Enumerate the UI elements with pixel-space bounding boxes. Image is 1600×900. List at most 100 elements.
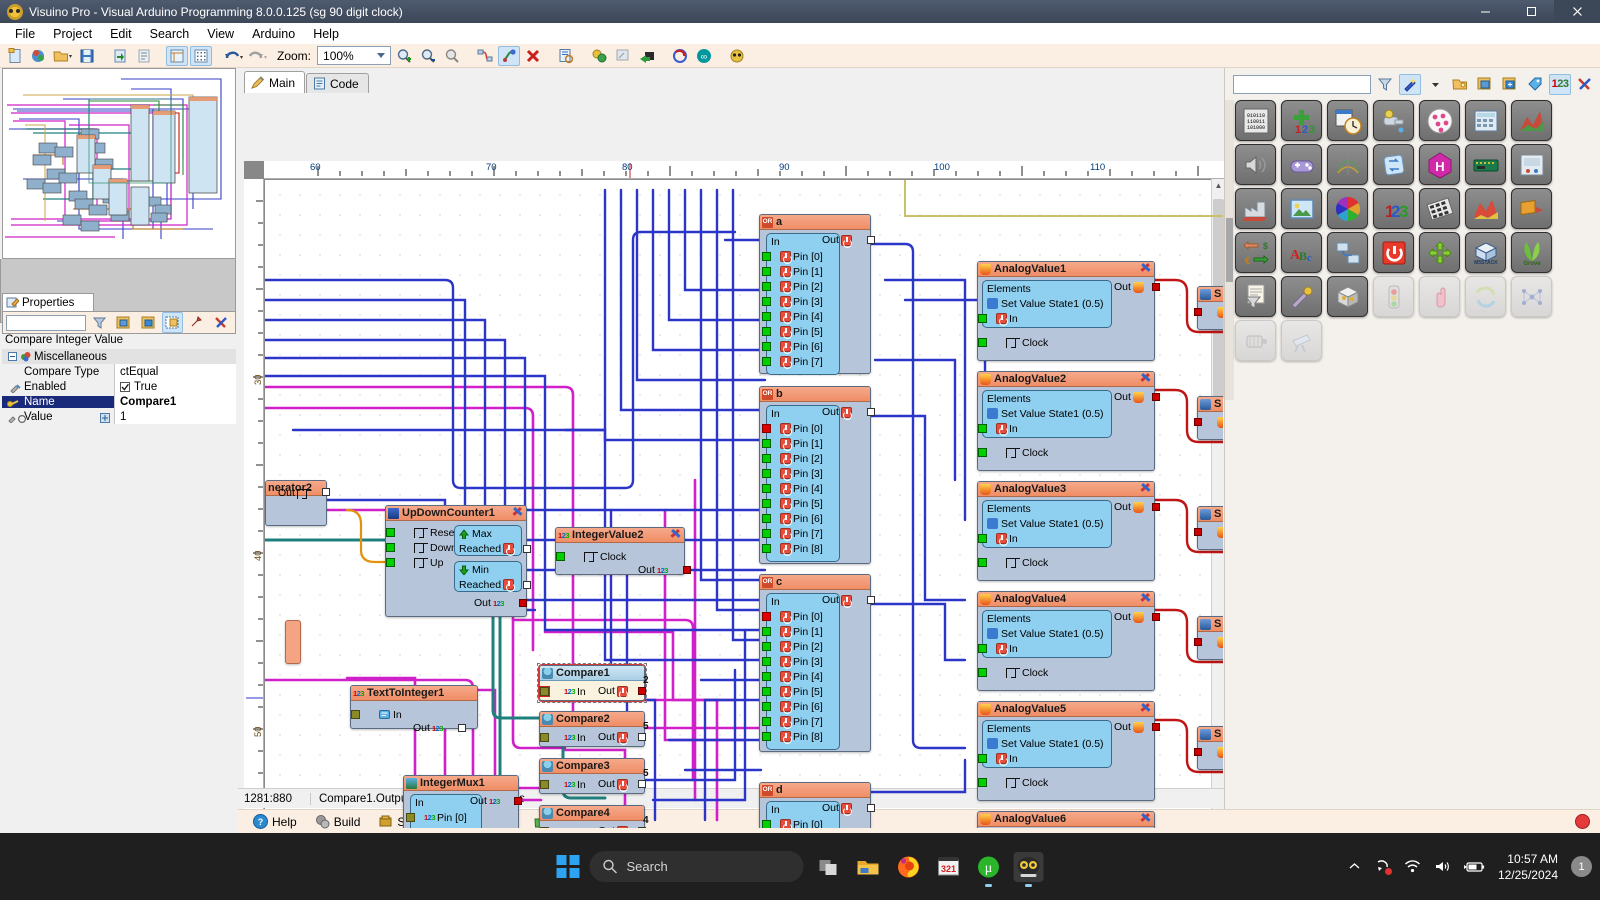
up-pin-socket[interactable] <box>386 558 395 567</box>
side-block-5-in-row[interactable]: In <box>1194 745 1223 760</box>
block-c-pin-2[interactable]: Pin [2] <box>762 639 839 654</box>
block-c-pin-0[interactable]: Pin [0] <box>762 609 839 624</box>
output-pin-socket[interactable] <box>867 596 875 604</box>
block-integermux1[interactable]: IntegerMux1 In 123 Pin [0] 123 <box>403 775 522 828</box>
side-block-4-in-row[interactable]: In <box>1194 635 1223 650</box>
block-c-pin-1[interactable]: Pin [1] <box>762 624 839 639</box>
export-icon[interactable] <box>133 46 155 66</box>
menu-edit[interactable]: Edit <box>101 25 141 43</box>
display-icon[interactable] <box>1511 144 1552 185</box>
block-a-pin-0[interactable]: Pin [0] <box>762 249 839 264</box>
task-view-icon[interactable] <box>814 852 844 882</box>
block-compare4[interactable]: Compare4 123 In Out <box>539 805 646 828</box>
add-number-icon[interactable]: 123 <box>1281 100 1322 141</box>
reset-pin-socket[interactable] <box>386 528 395 537</box>
compare3-output[interactable]: Out <box>598 778 646 792</box>
properties-tab[interactable]: Properties <box>2 293 94 311</box>
date-time-icon[interactable] <box>1327 100 1368 141</box>
block-d-output[interactable]: Out <box>822 802 875 816</box>
input-pin-socket[interactable] <box>540 733 549 742</box>
block-a-output[interactable]: Out <box>822 234 875 248</box>
file-explorer-icon[interactable] <box>854 852 884 882</box>
block-analogvalue4[interactable]: AnalogValue4 Elements Set Value State1 (… <box>977 591 1160 691</box>
updowncounter1-max-reached-row[interactable]: Reached <box>455 541 521 556</box>
input-pin-socket[interactable] <box>762 454 771 463</box>
connect-pins-icon[interactable] <box>498 45 521 66</box>
refresh-icon[interactable] <box>669 46 691 66</box>
block-integervalue2[interactable]: 123 IntegerValue2 Clock Out 123 <box>555 527 691 576</box>
min-reached-output-socket[interactable] <box>523 581 531 589</box>
block-c-pin-3[interactable]: Pin [3] <box>762 654 839 669</box>
block-b-pin-0[interactable]: Pin [0] <box>762 421 839 436</box>
menu-help[interactable]: Help <box>304 25 348 43</box>
palette-scrollbar[interactable] <box>1225 100 1234 400</box>
signal-chart-icon[interactable] <box>1465 188 1506 229</box>
clock-pin-socket[interactable] <box>978 668 987 677</box>
redo-icon[interactable] <box>247 46 269 66</box>
updowncounter1-min-reached-row[interactable]: Reached <box>455 577 521 592</box>
input-pin-socket[interactable] <box>762 627 771 636</box>
property-category-row[interactable]: Miscellaneous <box>2 349 236 364</box>
zoom-reset-icon[interactable] <box>441 46 463 66</box>
wizard-dropdown-icon[interactable] <box>1424 74 1446 95</box>
block-b-pin-2[interactable]: Pin [2] <box>762 451 839 466</box>
input-pin-socket[interactable] <box>978 424 987 433</box>
output-pin-socket[interactable] <box>1152 503 1160 511</box>
recycle-icon[interactable] <box>1465 276 1506 317</box>
filter-icon[interactable] <box>1374 74 1396 95</box>
integermux1-pin-0[interactable]: 123 Pin [0] <box>406 810 481 825</box>
output-pin-socket[interactable] <box>867 804 875 812</box>
menu-search[interactable]: Search <box>141 25 199 43</box>
analogvalue5-in-row[interactable]: In <box>978 751 1111 766</box>
output-pin-socket[interactable] <box>867 408 875 416</box>
clock-pin-socket[interactable] <box>978 448 987 457</box>
integervalue2-output[interactable]: Out 123 <box>638 564 691 576</box>
output-pin-socket[interactable] <box>514 797 522 805</box>
zoom-in-icon[interactable] <box>393 46 415 66</box>
property-value-compare-type[interactable]: ctEqual <box>114 364 236 379</box>
input-pin-socket[interactable] <box>762 820 771 828</box>
side-block-3[interactable]: S In <box>1194 506 1223 550</box>
input-pin-socket[interactable] <box>1194 638 1202 646</box>
block-b-pin-1[interactable]: Pin [1] <box>762 436 839 451</box>
analogvalue1-output[interactable]: Out <box>1114 281 1160 293</box>
output-pin-socket[interactable] <box>638 780 646 788</box>
calculator-icon[interactable] <box>1465 100 1506 141</box>
output-pin-socket[interactable] <box>322 488 330 496</box>
undo-icon[interactable] <box>223 46 245 66</box>
palette-search-input[interactable] <box>1233 74 1371 94</box>
analogvalue1-in-row[interactable]: In <box>978 311 1111 326</box>
property-row-name[interactable]: Name Compare1 <box>2 394 236 409</box>
input-pin-socket[interactable] <box>762 732 771 741</box>
side-block-2-in-row[interactable]: In <box>1194 415 1223 430</box>
input-pin-socket[interactable] <box>762 424 771 433</box>
menu-file[interactable]: File <box>6 25 44 43</box>
network-icon[interactable] <box>1327 232 1368 273</box>
maximize-button[interactable] <box>1508 0 1554 23</box>
zoom-select[interactable]: 100% <box>317 46 392 65</box>
visuino-icon[interactable] <box>726 46 748 66</box>
input-pin-socket[interactable] <box>762 529 771 538</box>
traffic-light-icon[interactable] <box>1373 276 1414 317</box>
block-analogvalue6[interactable]: AnalogValue6 Elements Set Value State1 (… <box>977 811 1155 828</box>
chevron-up-icon[interactable] <box>1348 860 1361 873</box>
settings-icon[interactable] <box>1574 74 1596 95</box>
motor-icon[interactable] <box>1235 320 1276 361</box>
gamepad-icon[interactable] <box>1281 144 1322 185</box>
property-row-enabled[interactable]: Enabled True <box>2 379 236 394</box>
output-pin-socket[interactable] <box>638 687 646 695</box>
block-compare2[interactable]: Compare2 123 In Out <box>539 711 646 747</box>
input-pin-socket[interactable] <box>762 484 771 493</box>
utorrent-icon[interactable]: μ <box>974 852 1004 887</box>
tab-code[interactable]: Code <box>306 73 369 93</box>
texttointeger1-in-row[interactable]: In <box>351 707 489 722</box>
text-abc-icon[interactable]: ABc <box>1281 232 1322 273</box>
side-block-3-in-row[interactable]: In <box>1194 525 1223 540</box>
block-a-pin-4[interactable]: Pin [4] <box>762 309 839 324</box>
tag-icon[interactable] <box>1524 74 1546 95</box>
block-b-pin-5[interactable]: Pin [5] <box>762 496 839 511</box>
input-pin-socket[interactable] <box>762 687 771 696</box>
analogvalue2-state-row[interactable]: Set Value State1 (0.5) <box>983 406 1111 421</box>
block-analogvalue2[interactable]: AnalogValue2 Elements Set Value State1 (… <box>977 371 1160 471</box>
power-icon[interactable] <box>1373 232 1414 273</box>
